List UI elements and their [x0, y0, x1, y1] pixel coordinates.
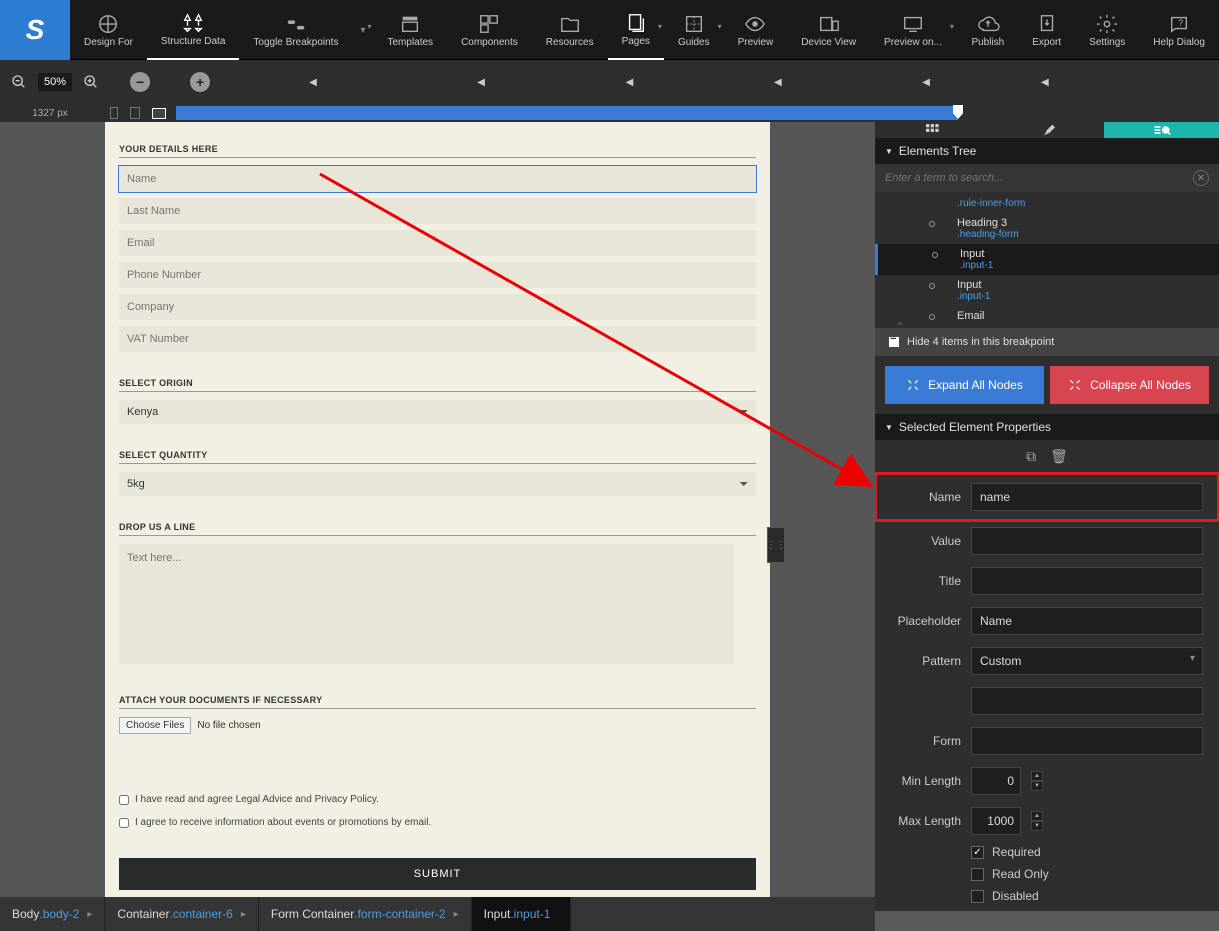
- toolbar-toggle-breakpoints[interactable]: Toggle Breakpoints: [239, 0, 352, 60]
- file-status: No file chosen: [197, 720, 260, 731]
- zoom-value[interactable]: 50%: [38, 73, 72, 91]
- name-field[interactable]: [119, 166, 756, 192]
- breadcrumb-item[interactable]: Body.body-2: [0, 897, 105, 931]
- width-bar[interactable]: [176, 106, 1219, 120]
- prop-value-input[interactable]: [971, 527, 1203, 555]
- clear-search-icon[interactable]: ✕: [1193, 170, 1209, 186]
- prop-title-input[interactable]: [971, 567, 1203, 595]
- quantity-select[interactable]: 5kg: [119, 472, 756, 496]
- section-origin: SELECT ORIGIN: [119, 378, 756, 392]
- elements-tree-header[interactable]: Elements Tree: [875, 138, 1219, 164]
- panel-tab-brush[interactable]: [990, 122, 1105, 138]
- device-desktop-icon[interactable]: [152, 108, 166, 119]
- tree-expand-icon[interactable]: ⌃: [895, 320, 905, 334]
- toolbar-design-for[interactable]: Design For: [70, 0, 147, 60]
- submit-button[interactable]: SUBMIT: [119, 858, 756, 890]
- expand-all-button[interactable]: Expand All Nodes: [885, 366, 1044, 404]
- device-tablet-icon[interactable]: [130, 107, 140, 119]
- app-logo[interactable]: S: [0, 0, 70, 60]
- right-panel: Elements Tree ✕ .rule-inner-form Heading…: [875, 122, 1219, 911]
- breadcrumb: Body.body-2 Container.container-6 Form C…: [0, 897, 875, 931]
- canvas-area: YOUR DETAILS HERE SELECT ORIGIN Kenya SE…: [0, 122, 875, 911]
- toolbar-publish[interactable]: Publish: [957, 0, 1018, 60]
- breadcrumb-item[interactable]: Container.container-6: [105, 897, 258, 931]
- prop-pattern-select[interactable]: Custom: [971, 647, 1203, 675]
- disabled-checkbox[interactable]: [971, 890, 984, 903]
- stepper-up-icon[interactable]: ▲: [1031, 811, 1043, 821]
- prop-pattern-custom-input[interactable]: [971, 687, 1203, 715]
- prop-name-input[interactable]: [971, 483, 1203, 511]
- svg-text:?: ?: [1178, 17, 1183, 27]
- prop-name-row: Name: [875, 473, 1219, 521]
- delete-icon[interactable]: 🗑: [1050, 448, 1068, 465]
- phone-field[interactable]: [119, 262, 756, 288]
- zoom-out-icon[interactable]: [8, 71, 30, 93]
- top-toolbar: S Design For Structure Data Toggle Break…: [0, 0, 1219, 60]
- agree-legal-checkbox[interactable]: [119, 795, 129, 805]
- last-name-field[interactable]: [119, 198, 756, 224]
- stepper-down-icon[interactable]: ▼: [1031, 781, 1043, 791]
- toolbar-preview-on[interactable]: Preview on...: [870, 0, 956, 60]
- width-marker-icon[interactable]: [953, 105, 963, 119]
- size-row: 1327 px: [0, 104, 1219, 122]
- form-canvas: YOUR DETAILS HERE SELECT ORIGIN Kenya SE…: [105, 122, 770, 911]
- stepper-up-icon[interactable]: ▲: [1031, 771, 1043, 781]
- panel-tab-grid[interactable]: [875, 122, 990, 138]
- prop-minlength-input[interactable]: [971, 767, 1021, 795]
- message-textarea[interactable]: [119, 544, 734, 664]
- origin-select[interactable]: Kenya: [119, 400, 756, 424]
- prop-maxlength-input[interactable]: [971, 807, 1021, 835]
- readonly-checkbox[interactable]: [971, 868, 984, 881]
- section-attach: ATTACH YOUR DOCUMENTS IF NECESSARY: [119, 695, 756, 709]
- breadcrumb-item-current[interactable]: Input.input-1: [472, 897, 572, 931]
- add-breakpoint-button[interactable]: +: [190, 72, 210, 92]
- hide-items-toggle[interactable]: Hide 4 items in this breakpoint: [875, 328, 1219, 356]
- required-checkbox[interactable]: [971, 846, 984, 859]
- tree-item[interactable]: Email⌃: [875, 306, 1219, 326]
- toolbar-guides[interactable]: Guides: [664, 0, 724, 60]
- breadcrumb-item[interactable]: Form Container.form-container-2: [259, 897, 472, 931]
- email-field[interactable]: [119, 230, 756, 256]
- toolbar-dropdown[interactable]: ▾: [352, 0, 373, 60]
- zoom-bar: 50% − + ◀ ◀ ◀ ◀ ◀ ◀: [0, 60, 1219, 104]
- agree-legal-label: I have read and agree Legal Advice and P…: [135, 794, 379, 805]
- tree-item[interactable]: Heading 3.heading-form: [875, 213, 1219, 244]
- section-your-details: YOUR DETAILS HERE: [119, 144, 756, 158]
- canvas-side-handle[interactable]: ⋮⋮: [767, 527, 785, 563]
- choose-files-button[interactable]: Choose Files: [119, 717, 191, 734]
- toolbar-templates[interactable]: Templates: [373, 0, 447, 60]
- panel-tab-search[interactable]: [1104, 122, 1219, 138]
- toolbar-device-view[interactable]: Device View: [787, 0, 870, 60]
- canvas-width-label: 1327 px: [0, 108, 100, 119]
- toolbar-settings[interactable]: Settings: [1075, 0, 1139, 60]
- toolbar-resources[interactable]: Resources: [532, 0, 608, 60]
- device-mobile-icon[interactable]: [110, 107, 118, 119]
- toolbar-help[interactable]: ?Help Dialog: [1139, 0, 1219, 60]
- tree-item-selected[interactable]: Input.input-1: [875, 244, 1219, 275]
- prop-placeholder-input[interactable]: [971, 607, 1203, 635]
- toolbar-export[interactable]: Export: [1018, 0, 1075, 60]
- section-message: DROP US A LINE: [119, 522, 756, 536]
- tree-item[interactable]: .rule-inner-form: [875, 194, 1219, 213]
- tree-search-input[interactable]: [885, 172, 1193, 184]
- tree-item[interactable]: Input.input-1: [875, 275, 1219, 306]
- company-field[interactable]: [119, 294, 756, 320]
- toolbar-preview[interactable]: Preview: [724, 0, 788, 60]
- elements-tree: .rule-inner-form Heading 3.heading-form …: [875, 192, 1219, 328]
- toolbar-pages[interactable]: Pages: [608, 0, 664, 60]
- agree-promo-label: I agree to receive information about eve…: [135, 817, 431, 828]
- prop-form-input[interactable]: [971, 727, 1203, 755]
- duplicate-icon[interactable]: ⧉: [1026, 448, 1036, 465]
- toolbar-components[interactable]: Components: [447, 0, 532, 60]
- stepper-down-icon[interactable]: ▼: [1031, 821, 1043, 831]
- vat-field[interactable]: [119, 326, 756, 352]
- remove-breakpoint-button[interactable]: −: [130, 72, 150, 92]
- collapse-all-button[interactable]: Collapse All Nodes: [1050, 366, 1209, 404]
- agree-promo-checkbox[interactable]: [119, 818, 129, 828]
- properties-header[interactable]: Selected Element Properties: [875, 414, 1219, 440]
- zoom-in-icon[interactable]: [80, 71, 102, 93]
- section-quantity: SELECT QUANTITY: [119, 450, 756, 464]
- toolbar-structure-data[interactable]: Structure Data: [147, 0, 239, 60]
- device-icons: [100, 107, 176, 119]
